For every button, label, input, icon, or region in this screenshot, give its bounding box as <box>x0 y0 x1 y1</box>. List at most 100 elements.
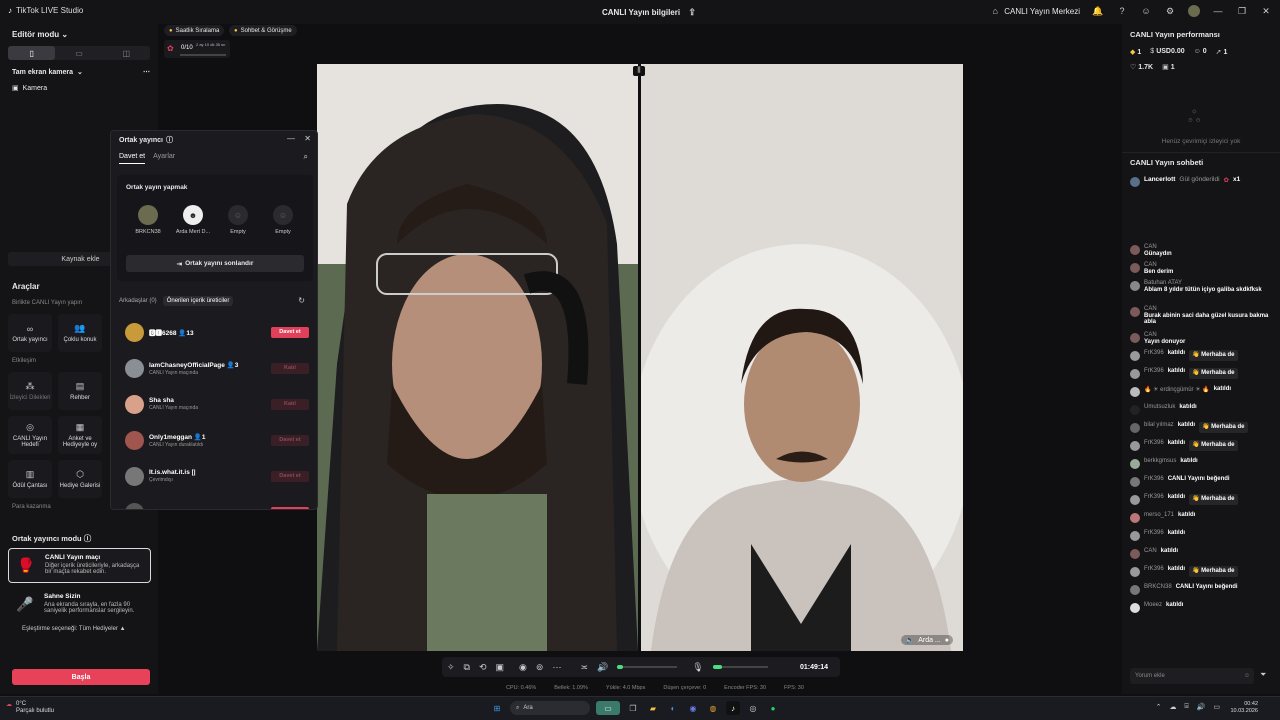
avatar[interactable] <box>1130 459 1140 469</box>
taskbar-search[interactable]: ⌕ Ara <box>510 701 590 715</box>
avatar[interactable] <box>125 358 144 378</box>
poll-tool[interactable]: ▦ Anket ve Hediyeyle oy <box>58 416 102 454</box>
refresh-icon[interactable]: ↻ <box>298 296 305 305</box>
share-icon[interactable]: ⇪ <box>686 6 698 18</box>
spotify-icon[interactable]: ● <box>766 701 780 715</box>
hourly-ranking-badge[interactable]: ● Saatlik Sıralama <box>164 25 225 36</box>
replay-icon[interactable]: ⊚ <box>536 662 544 673</box>
say-hello-button[interactable]: 👋 Merhaba de <box>1189 440 1238 451</box>
multi-guest-tool[interactable]: 👥 Çoklu konuk <box>58 314 102 352</box>
teams-icon[interactable]: ◉ <box>686 701 700 715</box>
invite-button[interactable]: Katıl <box>271 362 309 374</box>
avatar[interactable] <box>125 502 144 509</box>
comment-input[interactable]: Yorum ekle ☺ <box>1130 668 1254 684</box>
avatar[interactable] <box>1130 549 1140 559</box>
avatar[interactable] <box>125 430 144 450</box>
invite-button[interactable]: Davet et <box>271 470 309 482</box>
start-button[interactable]: Başla <box>12 669 150 685</box>
minimize-icon[interactable]: — <box>1212 5 1224 17</box>
speaker-icon[interactable]: 🔊 <box>597 662 608 673</box>
avatar[interactable] <box>1130 263 1140 273</box>
record-icon[interactable]: ◉ <box>519 662 527 673</box>
avatar[interactable] <box>1130 441 1140 451</box>
avatar[interactable] <box>1130 245 1140 255</box>
pairing-option[interactable]: Eşleştirme seçeneği: Tüm Hediyeler ▲ <box>22 626 126 632</box>
more-icon[interactable]: ⋯ <box>143 68 150 76</box>
refresh-icon[interactable]: ⟲ <box>479 662 487 673</box>
windows-start-icon[interactable]: ⊞ <box>490 701 504 715</box>
layout-switch-icon[interactable]: ⫼ <box>633 66 645 76</box>
app-icon[interactable]: ◎ <box>746 701 760 715</box>
network-icon[interactable]: ⌸ <box>1184 703 1188 711</box>
avatar[interactable] <box>125 394 144 414</box>
tab-friends[interactable]: Arkadaşlar (0) <box>119 296 157 306</box>
audio-settings-icon[interactable]: ≍ <box>580 662 588 673</box>
portrait-layout-icon[interactable]: ▯ <box>8 46 56 60</box>
folder-icon[interactable]: ▰ <box>646 701 660 715</box>
end-cohost-button[interactable]: ⇥ Ortak yayını sonlandır <box>126 255 304 272</box>
landscape-layout-icon[interactable]: ▭ <box>55 46 102 60</box>
effects-icon[interactable]: ✧ <box>447 662 455 673</box>
cohost-name-tag[interactable]: 🔈 Arda ... ● <box>901 635 953 645</box>
avatar[interactable] <box>1130 567 1140 577</box>
layout-toggle[interactable]: ▯ ▭ ◫ <box>8 46 150 60</box>
tab-suggested[interactable]: Önerilen içerik üreticiler <box>162 296 234 306</box>
cohost-slot[interactable]: ☺ Empty <box>218 205 258 235</box>
avatar[interactable] <box>1130 585 1140 595</box>
camera-mode-dropdown[interactable]: Tam ekran kamera ⌄ ⋯ <box>12 68 150 77</box>
say-hello-button[interactable]: 👋 Merhaba de <box>1189 494 1238 505</box>
widget-icon[interactable]: ▭ <box>596 701 620 715</box>
avatar[interactable] <box>125 322 144 342</box>
avatar[interactable] <box>125 466 144 486</box>
avatar[interactable] <box>1130 477 1140 487</box>
gift-gallery-tool[interactable]: ⬡ Hediye Galerisi <box>58 460 102 498</box>
avatar[interactable] <box>1130 531 1140 541</box>
task-view-icon[interactable]: ❐ <box>626 701 640 715</box>
screen-icon[interactable]: ▣ <box>496 662 505 673</box>
volume-slider[interactable] <box>617 665 678 669</box>
close-icon[interactable]: ✕ <box>304 134 311 143</box>
avatar[interactable] <box>1130 513 1140 523</box>
cloud-icon[interactable]: ☁ <box>1169 703 1176 711</box>
invite-button[interactable]: Davet et <box>271 434 309 446</box>
live-goal-tool[interactable]: ◎ CANLI Yayın Hedefi <box>8 416 52 454</box>
avatar[interactable] <box>1130 351 1140 361</box>
clock[interactable]: 00:42 10.03.2026 <box>1230 701 1258 715</box>
info-icon[interactable]: ⓘ <box>166 135 173 145</box>
stage-card[interactable]: 🎤 Sahne Sizin Ana ekranda sırayla, en fa… <box>8 588 151 622</box>
help-icon[interactable]: ? <box>1116 5 1128 17</box>
chrome-icon[interactable]: ◍ <box>706 701 720 715</box>
avatar[interactable] <box>1130 307 1140 317</box>
chevron-up-icon[interactable]: ⌃ <box>1156 703 1162 711</box>
mute-icon[interactable]: 🔈 <box>905 636 914 644</box>
profile-icon[interactable]: ☺ <box>1140 5 1152 17</box>
split-layout-icon[interactable]: ◫ <box>103 46 150 60</box>
camera-source[interactable]: ▣ Kamera <box>12 84 47 93</box>
avatar[interactable] <box>1130 495 1140 505</box>
user-avatar[interactable] <box>1188 5 1200 17</box>
editor-mode-dropdown[interactable]: Editör modu ⌄ <box>12 30 68 39</box>
microphone-icon[interactable]: 🎙 <box>692 662 703 673</box>
invite-button[interactable]: Katıl <box>271 398 309 410</box>
cohost-slot[interactable]: ☻ Arda Mert D... <box>173 205 213 235</box>
cohost-slot[interactable]: BRKCN38 <box>128 205 168 235</box>
live-center-button[interactable]: ⌂ CANLI Yayın Merkezi <box>989 5 1080 17</box>
avatar[interactable] <box>1130 405 1140 415</box>
avatar[interactable] <box>1130 281 1140 291</box>
volume-icon[interactable]: 🔊 <box>1197 703 1206 711</box>
viewer-wishes-tool[interactable]: ⁂ İzleyici Dilekleri <box>8 372 52 410</box>
invite-button[interactable]: Davet et <box>271 506 309 509</box>
mic-slider[interactable] <box>712 665 768 669</box>
close-icon[interactable]: ✕ <box>1260 5 1272 17</box>
tab-settings[interactable]: Ayarlar <box>153 153 175 164</box>
invite-button[interactable]: Davet et <box>271 326 309 338</box>
guide-tool[interactable]: ▤ Rehber <box>58 372 102 410</box>
avatar[interactable] <box>1130 387 1140 397</box>
filter-icon[interactable]: ⏷ <box>1260 670 1266 680</box>
cohost-tool[interactable]: ∞ Ortak yayıncı <box>8 314 52 352</box>
minimize-icon[interactable]: — <box>287 134 295 143</box>
chat-call-badge[interactable]: ● Sohbet & Görüşme <box>229 25 297 36</box>
live-goal-widget[interactable]: ✿ 0/10 2 ay 10 dk 35 sn <box>164 40 230 58</box>
bell-icon[interactable]: 🔔 <box>1092 5 1104 17</box>
gear-icon[interactable]: ⚙ <box>1164 5 1176 17</box>
